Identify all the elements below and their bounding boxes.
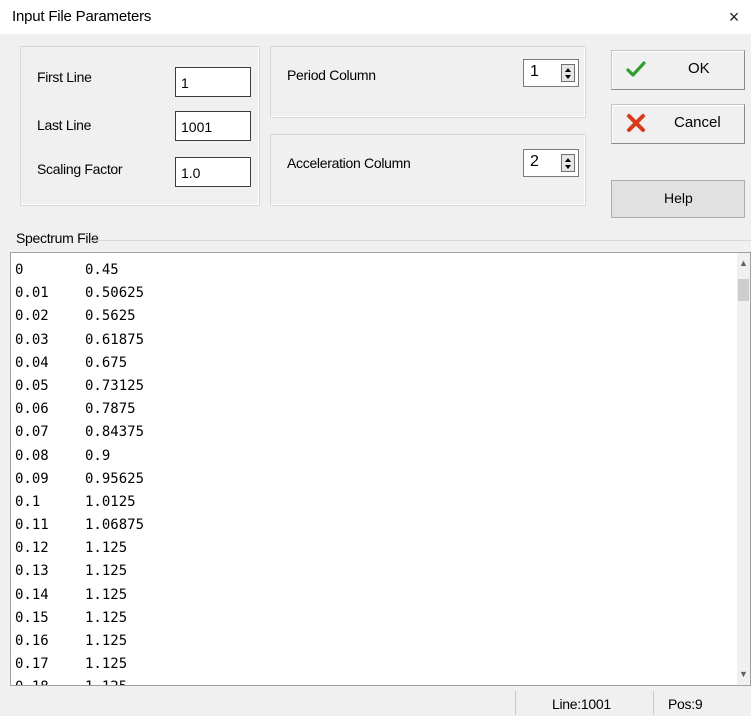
spectrum-line: 0.16 1.125 (15, 630, 144, 653)
spectrum-line: 0.06 0.7875 (15, 398, 144, 421)
period-value: 0.08 (15, 447, 49, 464)
spectrum-line: 0.1 1.0125 (15, 491, 144, 514)
period-value: 0.15 (15, 609, 49, 626)
spectrum-line: 0.01 0.50625 (15, 282, 144, 305)
x-icon (627, 114, 645, 132)
period-value: 0.09 (15, 470, 49, 487)
period-value: 0.11 (15, 517, 49, 534)
period-value: 0.18 (15, 676, 85, 685)
acceleration-value: 1.125 (85, 679, 127, 685)
lines-group: First Line 1 Last Line 1001 Scaling Fact… (20, 46, 260, 206)
period-column-spinner[interactable]: 1 (523, 59, 579, 87)
window-title: Input File Parameters (12, 8, 152, 25)
period-column-value: 1 (530, 63, 539, 80)
last-line-field[interactable]: 1001 (175, 111, 251, 141)
period-value: 0 (15, 262, 24, 278)
spinner-arrows-icon[interactable] (561, 64, 575, 82)
spectrum-file-label: Spectrum File (16, 230, 99, 246)
acceleration-value: 0.45 (85, 262, 119, 278)
spectrum-lines: 0 0.45 0.01 0.50625 0.02 0.5625 0.03 0.61875 0.0… (15, 259, 144, 685)
acceleration-value: 0.84375 (85, 424, 145, 441)
acceleration-value: 1.125 (85, 540, 128, 557)
acceleration-value: 0.61875 (85, 331, 145, 348)
spectrum-line: 0.09 0.95625 (15, 468, 144, 491)
period-value: 0.1 (15, 493, 41, 510)
acceleration-value: 0.675 (85, 354, 128, 371)
acceleration-value: 0.9 (85, 447, 111, 464)
acceleration-value: 1.125 (85, 633, 128, 649)
scroll-up-icon[interactable]: ▲ (739, 259, 748, 268)
period-column-group: Period Column 1 (270, 46, 586, 118)
acceleration-value: 1.125 (85, 609, 128, 626)
acceleration-value: 1.06875 (85, 517, 145, 534)
group-divider (90, 240, 751, 241)
cancel-button[interactable]: Cancel (611, 104, 745, 144)
acceleration-value: 0.7875 (85, 401, 136, 418)
spectrum-line: 0.15 1.125 (15, 607, 144, 630)
acceleration-value: 0.5625 (85, 308, 136, 325)
acceleration-value: 0.95625 (85, 470, 145, 487)
period-value: 0.01 (15, 285, 49, 302)
spectrum-line: 0.14 1.125 (15, 584, 144, 607)
help-button-label: Help (664, 190, 693, 206)
ok-button-label: OK (688, 60, 710, 77)
period-value: 0.02 (15, 308, 49, 325)
status-bar: Line:1001 Pos:9 (0, 688, 751, 716)
acceleration-column-label: Acceleration Column (287, 155, 411, 171)
period-value: 0.04 (15, 354, 49, 371)
last-line-label: Last Line (37, 117, 92, 133)
period-value: 0.06 (15, 401, 49, 418)
acceleration-value: 1.125 (85, 656, 128, 673)
period-column-label: Period Column (287, 67, 376, 83)
acceleration-column-spinner[interactable]: 2 (523, 149, 579, 177)
spectrum-line: 0.17 1.125 (15, 653, 144, 676)
spectrum-line: 0.03 0.61875 (15, 329, 144, 352)
acceleration-value: 1.125 (85, 586, 128, 603)
spectrum-line: 0.181.125 (15, 676, 144, 685)
spectrum-line: 0.04 0.675 (15, 352, 144, 375)
scroll-thumb[interactable] (738, 279, 749, 301)
period-value: 0.14 (15, 586, 49, 603)
acceleration-value: 0.50625 (85, 285, 145, 302)
scaling-factor-label: Scaling Factor (37, 161, 123, 177)
acceleration-value: 0.73125 (85, 377, 145, 394)
period-value: 0.05 (15, 377, 49, 394)
ok-button[interactable]: OK (611, 50, 745, 90)
status-separator (515, 691, 516, 715)
scroll-down-icon[interactable]: ▼ (739, 670, 748, 679)
help-button[interactable]: Help (611, 180, 745, 218)
first-line-label: First Line (37, 69, 92, 85)
check-icon (626, 61, 646, 77)
acceleration-value: 1.0125 (85, 493, 136, 510)
period-value: 0.03 (15, 331, 49, 348)
spectrum-line: 0.07 0.84375 (15, 421, 144, 444)
acceleration-column-group: Acceleration Column 2 (270, 134, 586, 206)
period-value: 0.07 (15, 424, 49, 441)
status-pos: Pos:9 (668, 696, 703, 712)
spinner-arrows-icon[interactable] (561, 154, 575, 172)
spectrum-line: 0.13 1.125 (15, 560, 144, 583)
acceleration-value: 1.125 (85, 563, 128, 580)
spectrum-line: 0.11 1.06875 (15, 514, 144, 537)
spectrum-line: 0.02 0.5625 (15, 305, 144, 328)
status-line: Line:1001 (552, 696, 611, 712)
first-line-field[interactable]: 1 (175, 67, 251, 97)
cancel-button-label: Cancel (674, 114, 721, 131)
vertical-scrollbar[interactable]: ▲ ▼ (737, 253, 750, 685)
title-bar: Input File Parameters × (0, 0, 751, 34)
close-button[interactable]: × (721, 4, 747, 30)
period-value: 0.17 (15, 656, 49, 673)
spectrum-line: 0.08 0.9 (15, 445, 144, 468)
spectrum-line: 0.05 0.73125 (15, 375, 144, 398)
spectrum-line: 0.12 1.125 (15, 537, 144, 560)
scaling-factor-field[interactable]: 1.0 (175, 157, 251, 187)
spectrum-file-textarea[interactable]: 0 0.45 0.01 0.50625 0.02 0.5625 0.03 0.61875 0.0… (10, 252, 751, 686)
period-value: 0.12 (15, 540, 49, 557)
period-value: 0.13 (15, 563, 49, 580)
period-value: 0.16 (15, 633, 49, 649)
acceleration-column-value: 2 (530, 153, 539, 170)
spectrum-line: 0 0.45 (15, 259, 144, 282)
status-separator (653, 691, 654, 715)
